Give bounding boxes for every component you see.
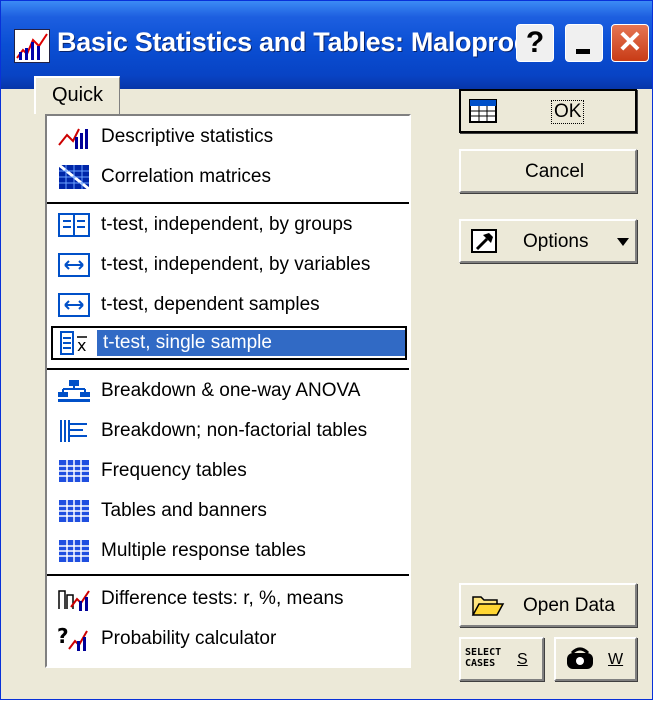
hammer-icon <box>471 229 497 259</box>
weight-button[interactable]: W <box>554 637 637 681</box>
list-item-ttest-variables[interactable]: t-test, independent, by variables <box>51 248 407 282</box>
list-item-multiple-response[interactable]: Multiple response tables <box>51 534 407 568</box>
group-separator <box>47 574 409 576</box>
select-cases-shortcut: S <box>517 651 528 668</box>
difference-tests-icon <box>57 587 93 611</box>
dialog-window: Basic Statistics and Tables: Maloprod ? … <box>0 0 653 700</box>
cancel-button[interactable]: Cancel <box>459 149 637 193</box>
list-item-label: Multiple response tables <box>101 540 306 561</box>
list-item-label: t-test, dependent samples <box>101 294 320 315</box>
ttest-dependent-icon <box>57 293 93 317</box>
list-item-breakdown-tables[interactable]: Breakdown; non-factorial tables <box>51 414 407 448</box>
breakdown-tables-icon <box>57 419 93 443</box>
list-item-label: Tables and banners <box>101 500 267 521</box>
list-item-ttest-groups[interactable]: t-test, independent, by groups <box>51 208 407 242</box>
select-cases-icon: SELECT CASES <box>465 647 502 669</box>
window-title: Basic Statistics and Tables: Maloprod <box>57 27 531 57</box>
list-item-label: t-test, independent, by variables <box>101 254 371 275</box>
descriptive-stats-icon <box>57 125 93 149</box>
banner-table-icon <box>57 499 93 523</box>
list-item-label: Breakdown & one-way ANOVA <box>101 380 361 401</box>
ok-label: OK <box>550 100 585 124</box>
select-cases-button[interactable]: SELECT CASES S <box>459 637 544 681</box>
close-icon: ✕ <box>617 26 643 59</box>
list-item-label: Difference tests: r, %, means <box>101 588 344 609</box>
tab-quick[interactable]: Quick <box>34 76 120 114</box>
list-item-probability-calculator[interactable]: ? Probability calculator <box>51 622 407 656</box>
options-label: Options <box>523 231 589 252</box>
svg-text:x: x <box>77 336 86 355</box>
frequency-table-icon <box>57 459 93 483</box>
list-item-label: Breakdown; non-factorial tables <box>101 420 368 441</box>
list-item-label: Frequency tables <box>101 460 247 481</box>
probability-calc-icon: ? <box>57 624 93 651</box>
group-separator <box>47 368 409 370</box>
group-separator <box>47 202 409 204</box>
ttest-variables-icon <box>57 253 93 277</box>
list-item-frequency-tables[interactable]: Frequency tables <box>51 454 407 488</box>
ttest-single-icon: x <box>59 331 95 355</box>
list-item-ttest-single[interactable]: x t-test, single sample <box>51 326 407 360</box>
app-icon <box>14 29 50 63</box>
minimize-icon <box>576 49 590 54</box>
weight-icon <box>564 645 596 679</box>
multiple-response-icon <box>57 539 93 563</box>
list-item-label: t-test, single sample <box>97 330 405 356</box>
svg-text:?: ? <box>57 627 69 648</box>
dropdown-arrow-icon <box>617 238 629 246</box>
table-icon <box>469 99 497 129</box>
list-item-label: Descriptive statistics <box>101 126 274 147</box>
close-button[interactable]: ✕ <box>611 24 649 62</box>
options-button[interactable]: Options <box>459 219 637 263</box>
analysis-list: Descriptive statistics Correlation matri… <box>45 114 411 668</box>
list-item-label: Probability calculator <box>101 628 277 649</box>
list-item-difference-tests[interactable]: Difference tests: r, %, means <box>51 582 407 616</box>
help-icon: ? <box>525 26 545 59</box>
breakdown-anova-icon <box>57 379 93 403</box>
list-item-label: t-test, independent, by groups <box>101 214 353 235</box>
list-item-breakdown-anova[interactable]: Breakdown & one-way ANOVA <box>51 374 407 408</box>
list-item-descriptive-statistics[interactable]: Descriptive statistics <box>51 120 407 154</box>
open-data-button[interactable]: Open Data <box>459 583 637 627</box>
list-item-label: Correlation matrices <box>101 166 271 187</box>
list-item-ttest-dependent[interactable]: t-test, dependent samples <box>51 288 407 322</box>
list-item-correlation-matrices[interactable]: Correlation matrices <box>51 160 407 194</box>
help-button[interactable]: ? <box>516 24 554 62</box>
list-item-tables-banners[interactable]: Tables and banners <box>51 494 407 528</box>
ttest-groups-icon <box>57 213 93 237</box>
open-data-label: Open Data <box>523 595 615 616</box>
weight-shortcut: W <box>608 651 624 668</box>
minimize-button[interactable] <box>565 24 603 62</box>
correlation-matrix-icon <box>57 163 93 191</box>
ok-button[interactable]: OK <box>459 89 637 133</box>
open-folder-icon <box>471 591 505 625</box>
cancel-label: Cancel <box>525 161 585 182</box>
